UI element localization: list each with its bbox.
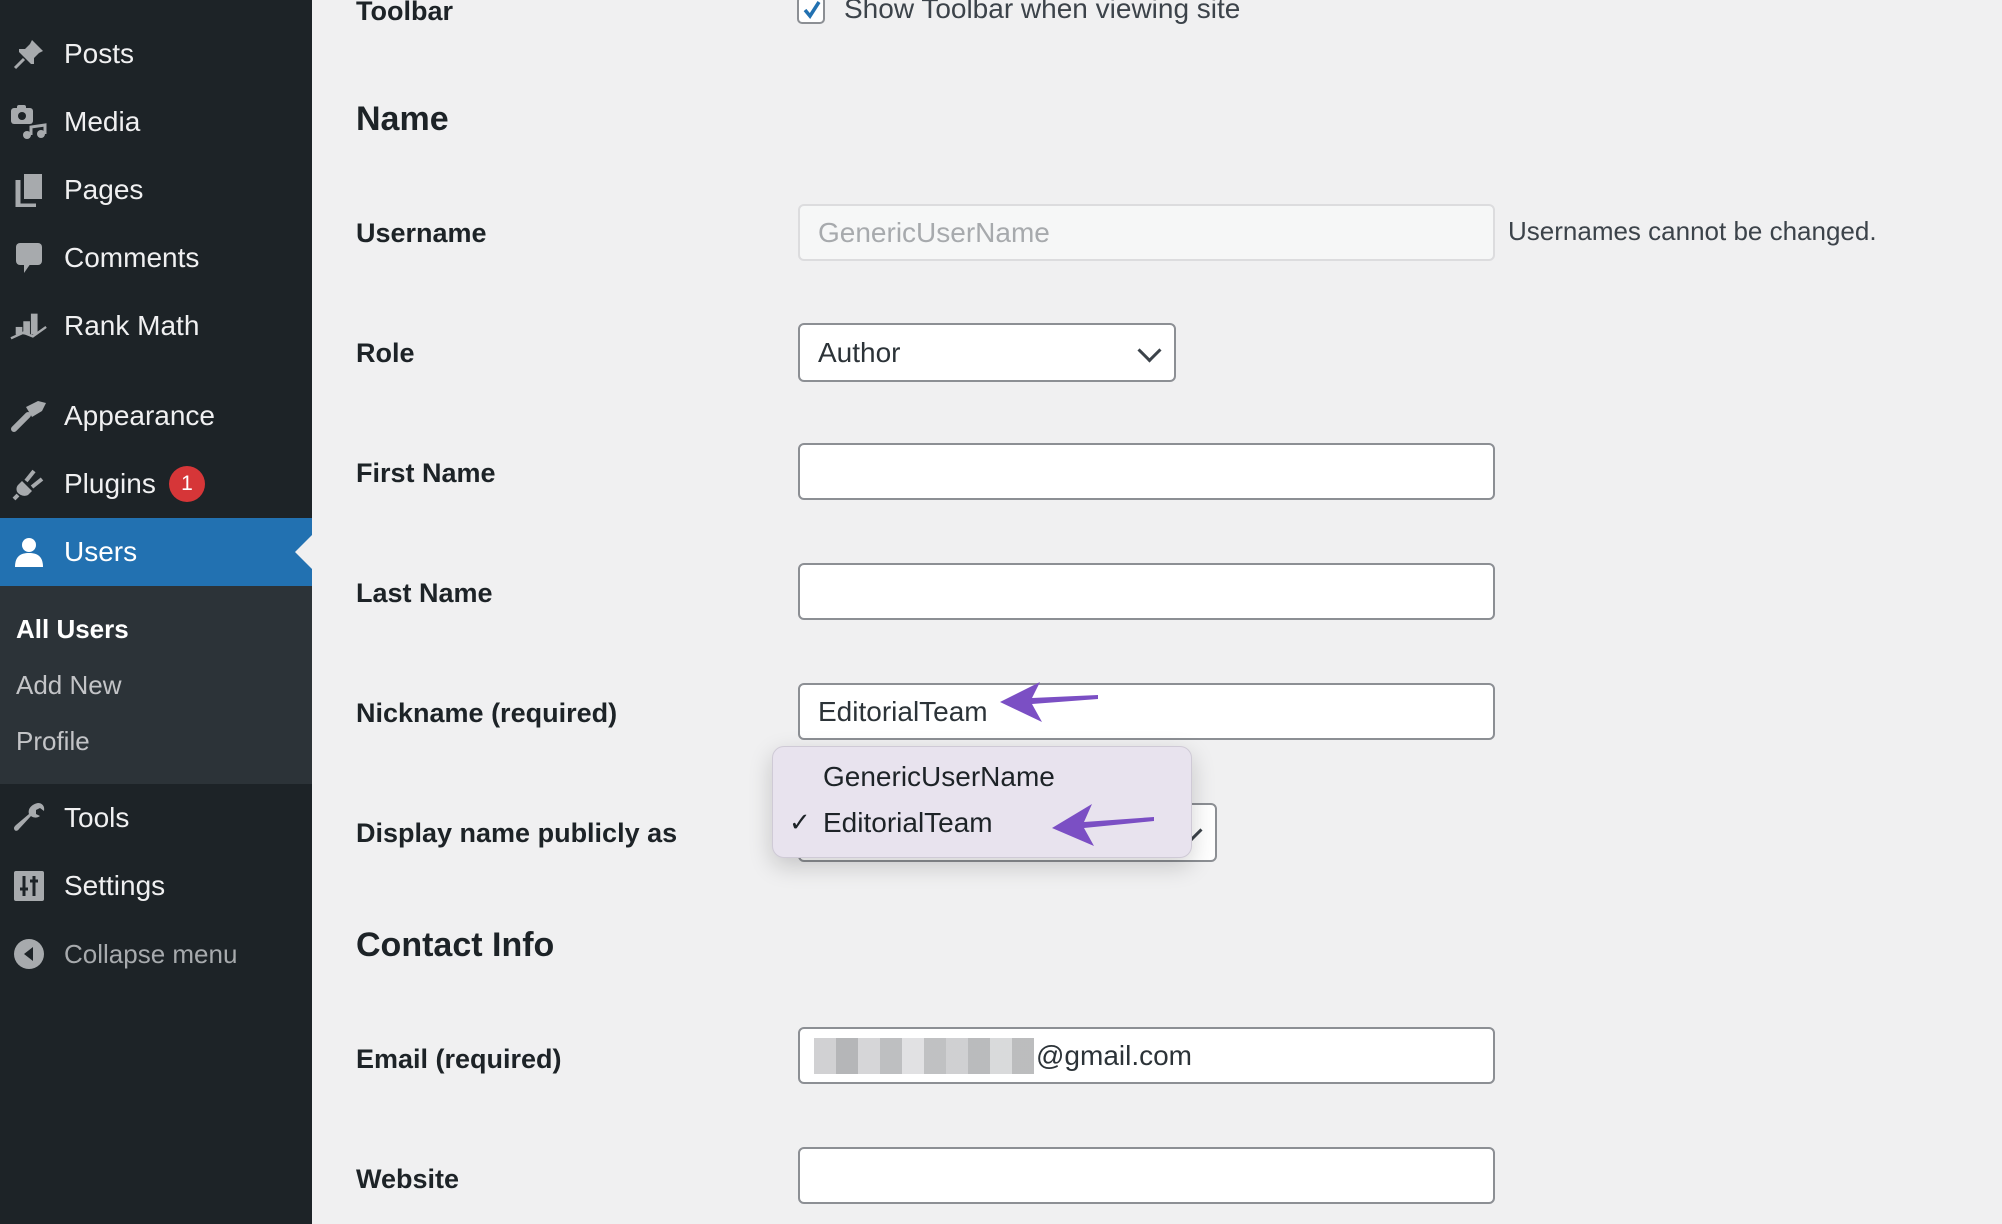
sidebar-item-plugins[interactable]: Plugins 1 (0, 450, 312, 518)
website-input[interactable] (798, 1147, 1495, 1204)
nickname-label: Nickname (required) (356, 698, 618, 728)
sidebar-item-label: Plugins (64, 468, 156, 499)
sidebar-item-label: Tools (64, 802, 130, 833)
chart-icon (10, 307, 48, 345)
settings-icon (10, 867, 48, 905)
media-icon (10, 103, 48, 141)
role-select[interactable]: Author (798, 323, 1176, 382)
checkmark-icon: ✓ (789, 807, 811, 837)
submenu-item-profile[interactable]: Profile (16, 726, 90, 757)
submenu-item-add-new[interactable]: Add New (16, 670, 122, 701)
website-label: Website (356, 1164, 460, 1194)
chevron-down-icon (1137, 337, 1162, 363)
collapse-icon (10, 935, 48, 973)
sidebar-item-label: Appearance (64, 400, 216, 431)
dropdown-option-genericusername[interactable]: GenericUserName (823, 761, 1055, 793)
username-description: Usernames cannot be changed. (1508, 216, 1877, 246)
annotation-arrow-icon (1052, 804, 1154, 846)
comment-icon (10, 239, 48, 277)
display-name-label: Display name publicly as (356, 818, 678, 848)
show-toolbar-checkbox[interactable] (797, 0, 825, 24)
sidebar-item-label: Comments (64, 242, 200, 273)
nickname-value: EditorialTeam (818, 695, 988, 727)
sidebar-item-posts[interactable]: Posts (0, 20, 312, 88)
redacted-email-local-part (814, 1037, 1034, 1074)
pages-icon (10, 171, 48, 209)
users-submenu: All Users Add New Profile (0, 586, 312, 784)
annotation-arrow-icon (1000, 682, 1098, 722)
username-value: GenericUserName (818, 216, 1050, 248)
sidebar-item-rank-math[interactable]: Rank Math (0, 292, 312, 360)
role-value: Author (818, 336, 901, 368)
sidebar-item-media[interactable]: Media (0, 88, 312, 156)
sidebar-item-label: Media (64, 106, 141, 137)
sidebar-item-tools[interactable]: Tools (0, 784, 312, 852)
collapse-menu-button[interactable]: Collapse menu (0, 920, 312, 988)
last-name-label: Last Name (356, 578, 493, 608)
role-label: Role (356, 338, 415, 368)
update-count-badge: 1 (169, 466, 205, 502)
dropdown-option-editorialteam[interactable]: EditorialTeam (823, 807, 993, 839)
first-name-label: First Name (356, 458, 496, 488)
sidebar-item-label: Collapse menu (64, 938, 238, 969)
paintbrush-icon (10, 397, 48, 435)
plug-icon (10, 465, 48, 503)
nickname-input[interactable]: EditorialTeam (798, 683, 1495, 740)
sidebar-item-label: Rank Math (64, 310, 200, 341)
sidebar-item-users[interactable]: Users (0, 518, 312, 586)
show-toolbar-label[interactable]: Show Toolbar when viewing site (844, 0, 1240, 25)
submenu-item-all-users[interactable]: All Users (16, 614, 129, 645)
pushpin-icon (10, 35, 48, 73)
sidebar-item-comments[interactable]: Comments (0, 224, 312, 292)
sidebar-item-appearance[interactable]: Appearance (0, 382, 312, 450)
sidebar-item-settings[interactable]: Settings (0, 852, 312, 920)
username-label: Username (356, 218, 487, 248)
email-input[interactable]: @gmail.com (798, 1027, 1495, 1084)
sidebar-item-label: Posts (64, 38, 135, 69)
sidebar-item-label: Pages (64, 174, 144, 205)
username-input: GenericUserName (798, 204, 1495, 261)
sidebar-item-label: Settings (64, 870, 166, 901)
first-name-input[interactable] (798, 443, 1495, 500)
last-name-input[interactable] (798, 563, 1495, 620)
wrench-icon (10, 799, 48, 837)
active-indicator (295, 535, 312, 569)
user-icon (10, 533, 48, 571)
admin-sidebar: Posts Media Pages Comments Rank Math App… (0, 0, 312, 1224)
sidebar-item-pages[interactable]: Pages (0, 156, 312, 224)
email-domain: @gmail.com (1036, 1039, 1193, 1071)
toolbar-label: Toolbar (356, 0, 453, 26)
sidebar-item-label: Users (64, 536, 138, 567)
name-section-title: Name (356, 100, 449, 138)
contact-info-section-title: Contact Info (356, 926, 555, 964)
email-label: Email (required) (356, 1044, 562, 1074)
